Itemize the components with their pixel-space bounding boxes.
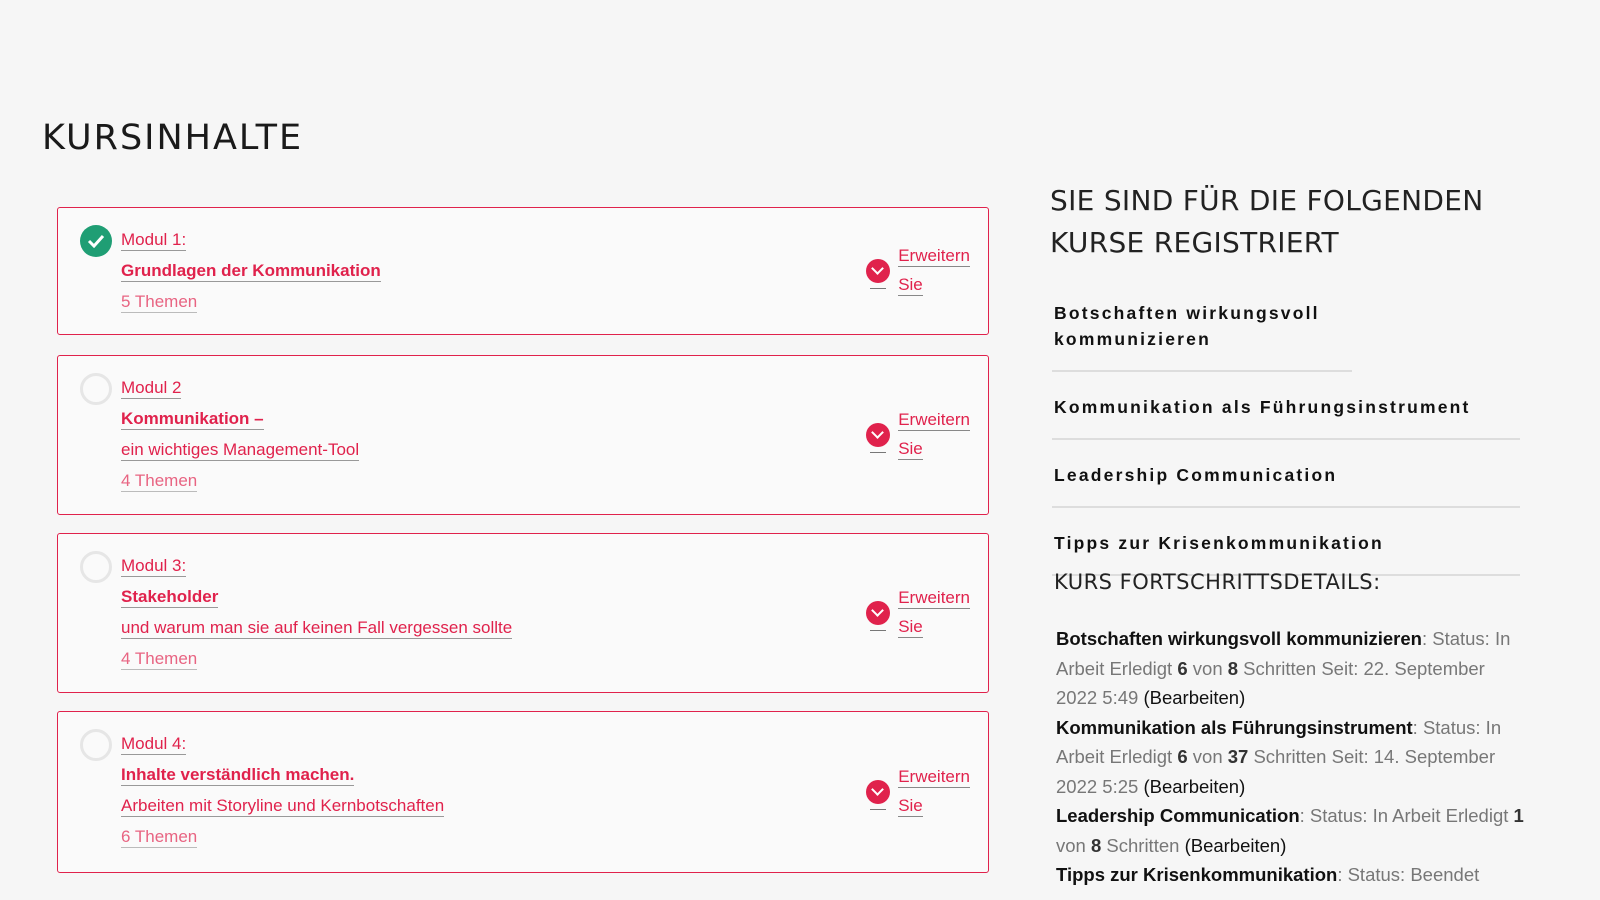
module-label[interactable]: Modul 4: xyxy=(121,734,187,755)
module-title[interactable]: Stakeholder xyxy=(121,587,219,608)
progress-course-name: Botschaften wirkungsvoll kommunizieren xyxy=(1056,628,1422,649)
chevron-down-circle-icon[interactable] xyxy=(866,423,891,453)
module-card-2: Modul 2 Kommunikation – ein wichtiges Ma… xyxy=(57,355,989,515)
expand-button[interactable]: Erweitern Sie xyxy=(866,242,970,300)
progress-total: 8 xyxy=(1090,834,1102,856)
expand-label[interactable]: Erweitern xyxy=(898,767,970,788)
progress-item: Leadership Communication: Status: In Arb… xyxy=(1056,801,1526,860)
module-title[interactable]: Inhalte verständlich machen. xyxy=(121,765,355,786)
progress-done: 1 xyxy=(1513,805,1524,826)
expand-label[interactable]: Sie xyxy=(898,275,923,296)
progress-done: 6 xyxy=(1177,746,1188,767)
progress-of: von xyxy=(1187,746,1228,767)
empty-circle-icon xyxy=(80,729,112,761)
progress-status: : Status: In Arbeit Erledigt xyxy=(1299,805,1514,826)
empty-circle-icon xyxy=(80,373,112,405)
expand-button[interactable]: Erweitern Sie xyxy=(866,584,970,642)
progress-total: 37 xyxy=(1227,746,1249,767)
module-label[interactable]: Modul 1: xyxy=(121,230,187,251)
edit-link[interactable]: (Bearbeiten) xyxy=(1185,835,1287,856)
edit-link[interactable]: (Bearbeiten) xyxy=(1143,687,1245,708)
course-link-3[interactable]: Leadership Communication xyxy=(1052,458,1520,508)
module-subtitle[interactable]: ein wichtiges Management-Tool xyxy=(121,440,360,461)
module-subtitle[interactable]: und warum man sie auf keinen Fall verges… xyxy=(121,618,513,639)
edit-link[interactable]: (Bearbeiten) xyxy=(1143,776,1245,797)
expand-label[interactable]: Erweitern xyxy=(898,246,970,267)
module-title[interactable]: Kommunikation – xyxy=(121,409,264,430)
sidebar-title-line: KURSE REGISTRIERT xyxy=(1050,226,1339,259)
module-title[interactable]: Grundlagen der Kommunikation xyxy=(121,261,381,282)
chevron-down-circle-icon[interactable] xyxy=(866,601,891,631)
module-topics-link[interactable]: 6 Themen xyxy=(121,827,198,848)
progress-steps: Schritten xyxy=(1101,834,1185,856)
progress-details: Botschaften wirkungsvoll kommunizieren : … xyxy=(1056,624,1526,890)
chevron-down-circle-icon[interactable] xyxy=(866,259,891,289)
empty-circle-icon xyxy=(80,551,112,583)
course-link-1[interactable]: Botschaften wirkungsvoll kommunizieren xyxy=(1052,296,1352,372)
module-card-3: Modul 3: Stakeholder und warum man sie a… xyxy=(57,533,989,693)
course-link-2[interactable]: Kommunikation als Führungsinstrument xyxy=(1052,390,1520,440)
progress-done: 6 xyxy=(1177,657,1188,679)
check-circle-icon xyxy=(80,225,112,257)
module-subtitle[interactable]: Arbeiten mit Storyline und Kernbotschaft… xyxy=(121,796,445,817)
progress-of: von xyxy=(1187,657,1228,679)
chevron-down-circle-icon[interactable] xyxy=(866,780,891,810)
progress-item: Tipps zur Krisenkommunikation: Status: B… xyxy=(1056,860,1526,890)
module-label[interactable]: Modul 3: xyxy=(121,556,187,577)
module-card-4: Modul 4: Inhalte verständlich machen. Ar… xyxy=(57,711,989,873)
progress-course-name: Leadership Communication xyxy=(1056,805,1300,826)
expand-button[interactable]: Erweitern Sie xyxy=(866,763,970,821)
expand-label[interactable]: Erweitern xyxy=(898,588,970,609)
page-title: KURSINHALTE xyxy=(42,118,304,158)
module-topics-link[interactable]: 4 Themen xyxy=(121,649,198,670)
registered-course-list: Botschaften wirkungsvoll kommunizieren K… xyxy=(1052,296,1520,594)
progress-item: Kommunikation als Führungsinstrument: St… xyxy=(1056,713,1526,802)
progress-item: Botschaften wirkungsvoll kommunizieren: … xyxy=(1056,624,1526,713)
sidebar-title-line: SIE SIND FÜR DIE FOLGENDEN xyxy=(1050,184,1484,217)
expand-label[interactable]: Sie xyxy=(898,439,923,460)
module-card-1: Modul 1: Grundlagen der Kommunikation 5 … xyxy=(57,207,989,335)
expand-label[interactable]: Erweitern xyxy=(898,410,970,431)
sidebar-title: SIE SIND FÜR DIE FOLGENDEN KURSE REGISTR… xyxy=(1050,180,1550,264)
module-label[interactable]: Modul 2 xyxy=(121,378,182,399)
progress-course-name: Kommunikation als Führungsinstrument xyxy=(1056,716,1413,738)
expand-label[interactable]: Sie xyxy=(898,617,923,638)
expand-label[interactable]: Sie xyxy=(898,796,923,817)
progress-course-name: Tipps zur Krisenkommunikation xyxy=(1056,864,1338,885)
expand-button[interactable]: Erweitern Sie xyxy=(866,406,970,464)
progress-total: 8 xyxy=(1227,657,1239,679)
progress-status: : Status: Beendet xyxy=(1337,864,1480,885)
progress-of: von xyxy=(1056,834,1091,856)
progress-title: KURS FORTSCHRITTSDETAILS: xyxy=(1054,570,1381,594)
module-topics-link[interactable]: 5 Themen xyxy=(121,292,198,313)
module-topics-link[interactable]: 4 Themen xyxy=(121,471,198,492)
course-link-4[interactable]: Tipps zur Krisenkommunikation xyxy=(1052,526,1520,576)
